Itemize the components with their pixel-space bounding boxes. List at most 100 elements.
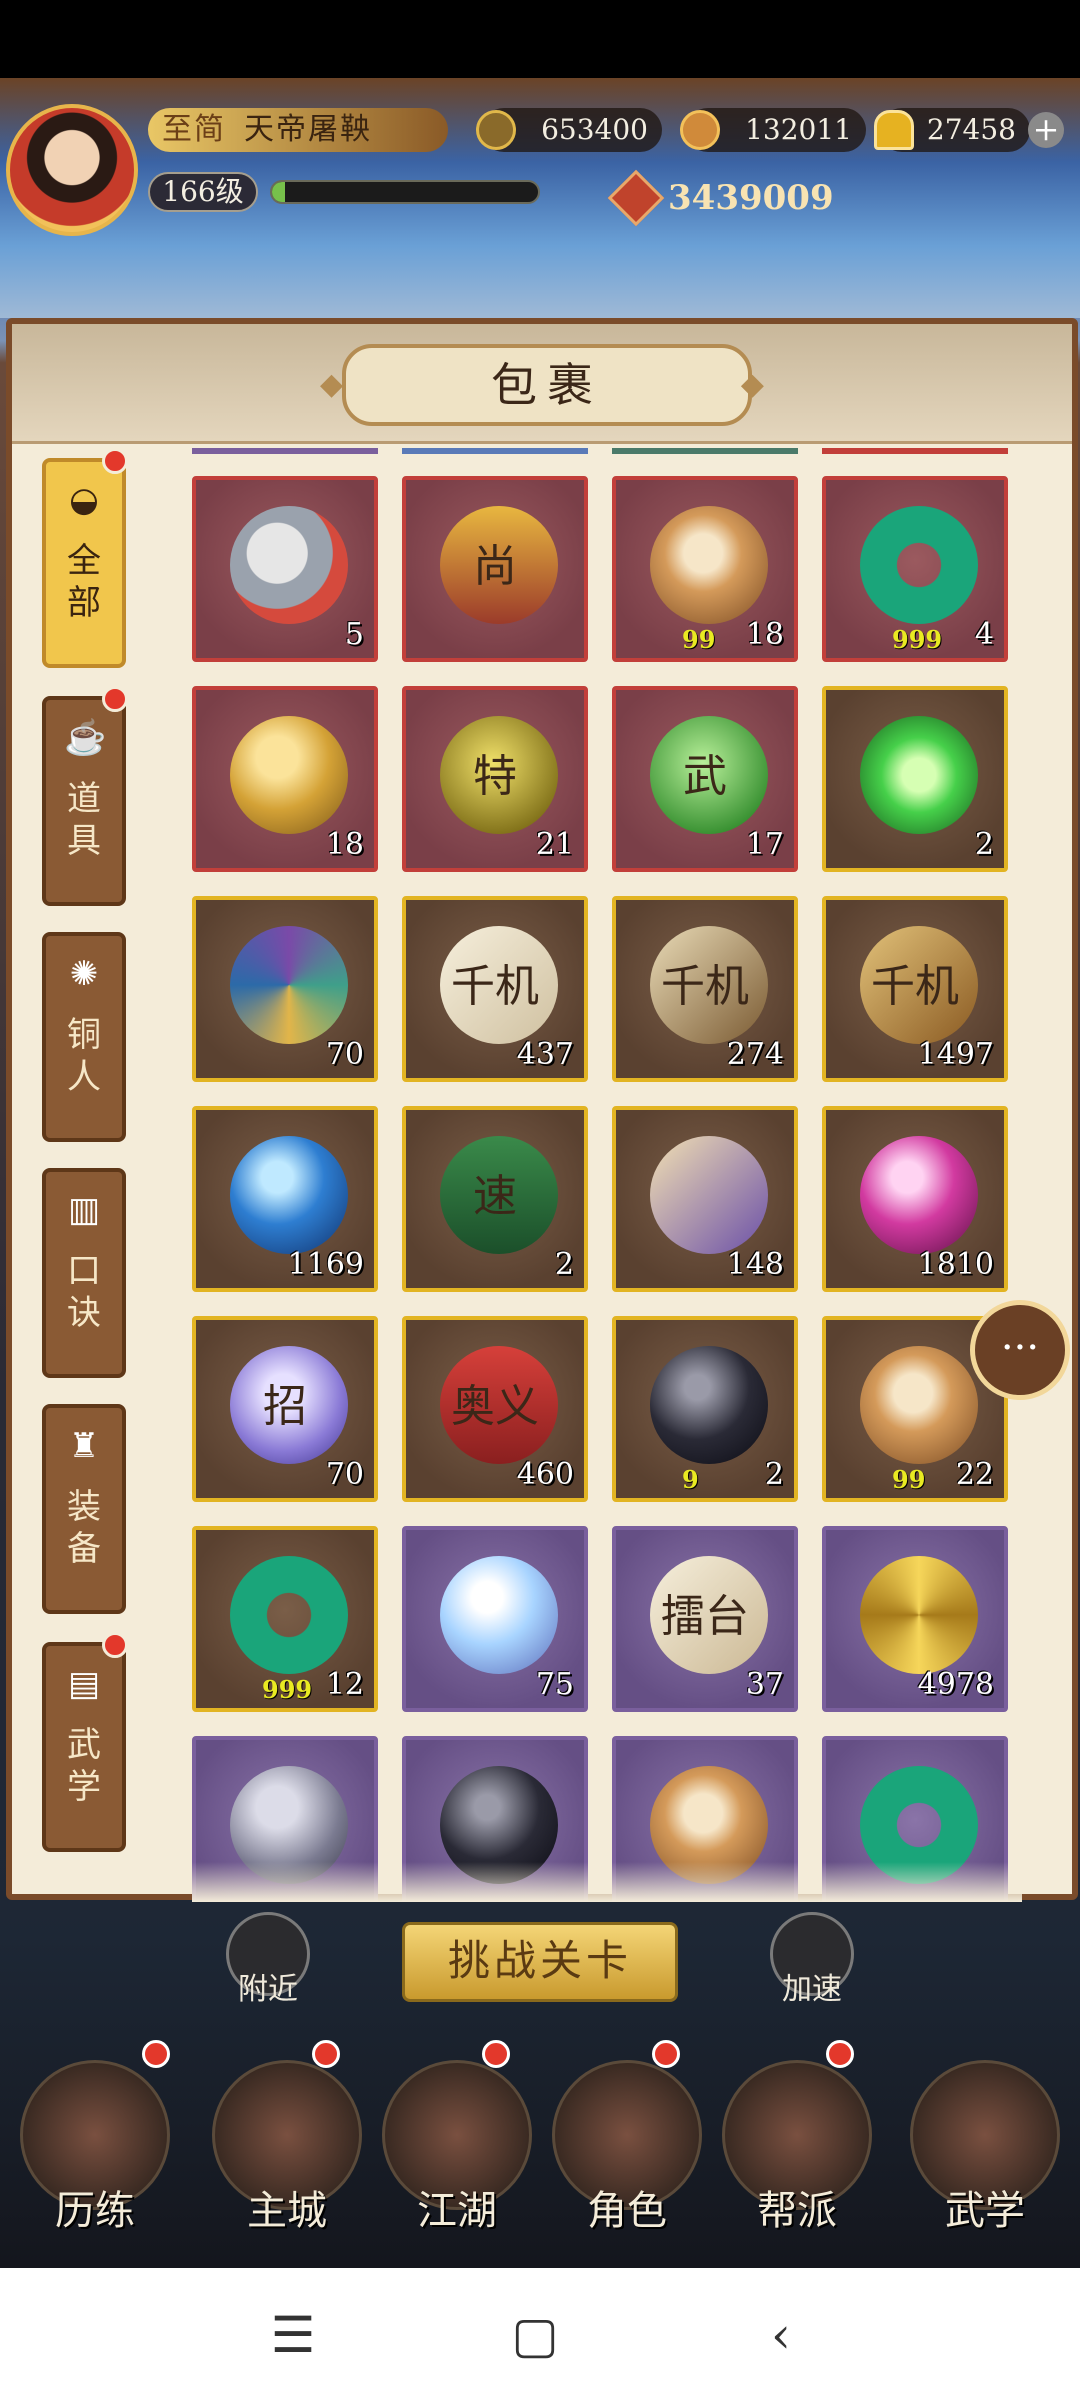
nearby-label: 附近 xyxy=(238,1972,298,2007)
player-level: 166级 xyxy=(148,172,258,212)
scroll-icon: ▥ xyxy=(67,1190,101,1230)
bag-title: 包裹 xyxy=(320,344,774,426)
item-glyph: 尚 xyxy=(473,541,517,592)
tab-bronze-figure[interactable]: ✺ 铜人 xyxy=(42,932,126,1142)
blue-orb-icon xyxy=(230,1136,348,1254)
item-quantity: 17 xyxy=(745,827,784,862)
item-glyph: 速 xyxy=(473,1171,517,1222)
item-quantity: 2 xyxy=(554,1247,574,1282)
player-name-bar[interactable]: 至简 天帝屠鞅 xyxy=(148,108,448,152)
gold-counter[interactable]: 27458 xyxy=(874,108,1030,152)
item-glyph: 奥义 xyxy=(451,1381,539,1432)
item-slot[interactable]: 特 21 xyxy=(402,686,588,872)
book-icon: ▤ xyxy=(67,1664,101,1704)
item-sub-badge: 99 xyxy=(892,1465,926,1494)
item-slot[interactable]: 5 xyxy=(192,476,378,662)
tab-props[interactable]: ☕ 道具 xyxy=(42,696,126,906)
nav-training-label: 历练 xyxy=(55,2188,135,2234)
coin-value: 653400 xyxy=(541,113,648,146)
item-slot[interactable]: 1810 xyxy=(822,1106,1008,1292)
item-slot[interactable]: 70 xyxy=(192,896,378,1082)
partial-item-edge xyxy=(402,448,588,454)
item-glyph: 千机 xyxy=(661,961,749,1012)
menu-icon[interactable]: ☰ xyxy=(258,2300,328,2370)
item-slot[interactable]: 2 xyxy=(822,686,1008,872)
pink-orb-icon xyxy=(860,1136,978,1254)
home-icon[interactable]: ▢ xyxy=(500,2300,570,2370)
item-slot[interactable]: 擂台 37 xyxy=(612,1526,798,1712)
tab-equipment[interactable]: ♜ 装备 xyxy=(42,1404,126,1614)
item-slot[interactable]: 999 4 xyxy=(822,476,1008,662)
speed-up-button[interactable]: 加速 xyxy=(770,1912,854,2007)
notification-dot xyxy=(652,2040,680,2068)
nav-jianghu-label: 江湖 xyxy=(417,2188,497,2234)
item-slot[interactable]: 75 xyxy=(402,1526,588,1712)
item-quantity: 75 xyxy=(535,1667,574,1702)
item-quantity: 4 xyxy=(974,617,994,652)
item-slot[interactable]: 千机 1497 xyxy=(822,896,1008,1082)
item-sub-badge: 999 xyxy=(262,1675,313,1704)
partial-item-edge xyxy=(822,448,1008,454)
item-quantity: 21 xyxy=(535,827,574,862)
item-glyph: 武 xyxy=(683,751,727,802)
nav-character-label: 角色 xyxy=(587,2188,667,2234)
item-quantity: 22 xyxy=(955,1457,994,1492)
item-slot[interactable]: 999 12 xyxy=(192,1526,378,1712)
chat-button[interactable]: ··· xyxy=(970,1300,1070,1400)
notification-dot xyxy=(482,2040,510,2068)
notification-dot xyxy=(102,686,128,712)
item-grid[interactable]: 5 尚 99 18 999 4 18 特 21 武 17 2 70 千机 437 千机 274 千机 1497 116… xyxy=(192,448,1022,1902)
item-slot[interactable]: 尚 xyxy=(402,476,588,662)
challenge-stage-button[interactable]: 挑战关卡 xyxy=(402,1922,678,2002)
back-icon[interactable]: ‹ xyxy=(746,2300,816,2370)
coin-counter[interactable]: 653400 xyxy=(476,108,662,152)
jade-counter[interactable]: 132011 xyxy=(680,108,866,152)
item-slot[interactable]: 4978 xyxy=(822,1526,1008,1712)
tab-all[interactable]: ◒ 全部 xyxy=(42,458,126,668)
item-slot[interactable]: 千机 274 xyxy=(612,896,798,1082)
item-glyph: 特 xyxy=(473,751,517,802)
item-glyph: 擂台 xyxy=(661,1591,749,1642)
system-navigation-bar: ☰ ▢ ‹ xyxy=(0,2268,1080,2400)
item-glyph: 招 xyxy=(263,1381,307,1432)
tab-label: 口诀 xyxy=(67,1251,101,1333)
player-avatar[interactable] xyxy=(6,104,138,236)
item-quantity: 274 xyxy=(726,1037,784,1072)
coin-icon xyxy=(476,110,516,150)
item-slot[interactable]: 1169 xyxy=(192,1106,378,1292)
amber-stone-icon xyxy=(650,506,768,624)
tab-martial-arts[interactable]: ▤ 武学 xyxy=(42,1642,126,1852)
item-quantity: 1169 xyxy=(287,1247,364,1282)
item-slot[interactable]: 99 18 xyxy=(612,476,798,662)
item-slot[interactable]: 148 xyxy=(612,1106,798,1292)
tab-label: 全部 xyxy=(67,541,101,623)
rouge-box-icon xyxy=(230,506,348,624)
item-slot[interactable]: 招 70 xyxy=(192,1316,378,1502)
item-slot[interactable]: 速2 xyxy=(402,1106,588,1292)
tab-formula[interactable]: ▥ 口诀 xyxy=(42,1168,126,1378)
tab-label: 铜人 xyxy=(67,1015,101,1097)
exp-bar xyxy=(270,180,540,204)
speed-up-label: 加速 xyxy=(782,1972,842,2007)
jade-ring-icon xyxy=(230,1556,348,1674)
item-slot[interactable]: 奥义 460 xyxy=(402,1316,588,1502)
item-slot[interactable]: 千机 437 xyxy=(402,896,588,1082)
gold-star-icon xyxy=(860,1556,978,1674)
item-quantity: 4978 xyxy=(917,1667,994,1702)
item-glyph: 千机 xyxy=(871,961,959,1012)
combat-power: 3439009 xyxy=(607,169,834,227)
add-currency-button[interactable]: + xyxy=(1028,112,1064,148)
nav-main-city-label: 主城 xyxy=(247,2188,327,2234)
nearby-button[interactable]: 附近 xyxy=(226,1912,310,2007)
item-quantity: 2 xyxy=(764,1457,784,1492)
bag-panel-header: 包裹 xyxy=(12,324,1072,444)
item-slot[interactable]: 武 17 xyxy=(612,686,798,872)
item-slot[interactable]: 18 xyxy=(192,686,378,872)
gold-value: 27458 xyxy=(926,113,1016,146)
item-quantity: 18 xyxy=(325,827,364,862)
item-slot[interactable]: 92 xyxy=(612,1316,798,1502)
name-prefix: 至简 xyxy=(162,112,226,147)
tab-label: 武学 xyxy=(67,1725,101,1807)
crystal-icon xyxy=(440,1556,558,1674)
jade-ring-icon xyxy=(860,506,978,624)
